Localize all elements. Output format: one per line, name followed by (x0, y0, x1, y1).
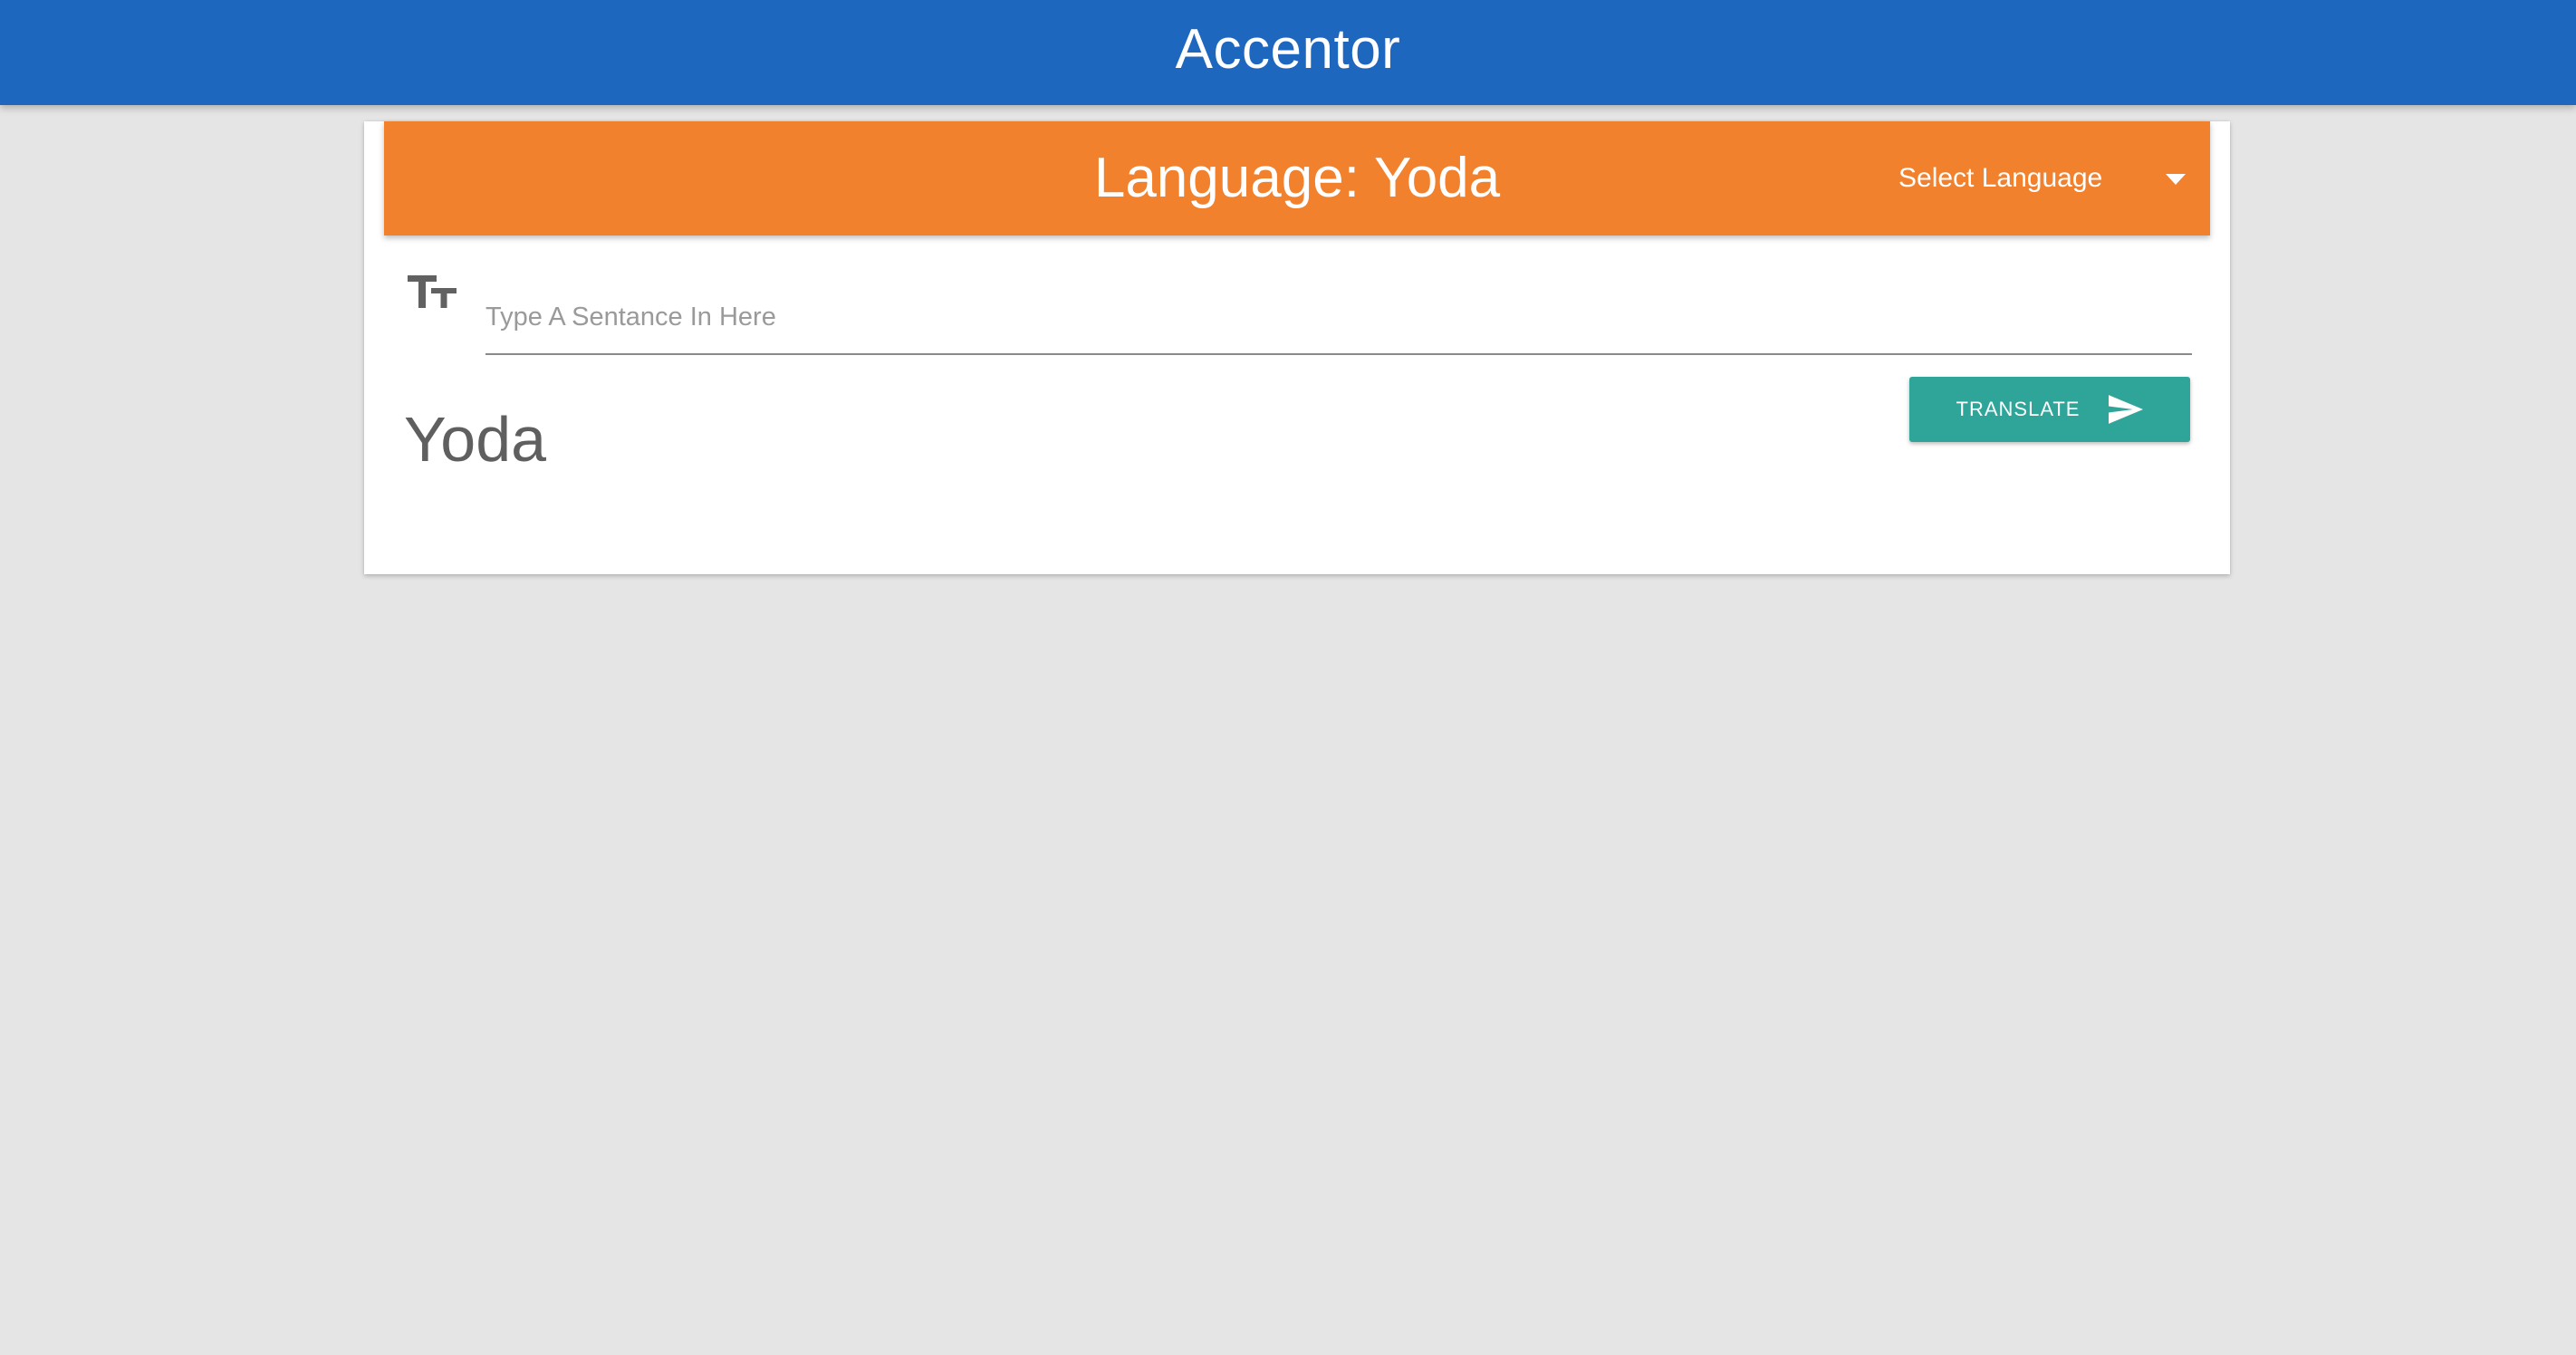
translate-button[interactable]: TRANSLATE (1909, 377, 2190, 442)
language-select-dropdown[interactable]: Select Language (1897, 149, 2196, 208)
language-select-label: Select Language (1898, 163, 2103, 193)
text-size-icon (408, 275, 457, 308)
app-bar: Accentor (0, 0, 2576, 105)
language-header: Language: Yoda Select Language (384, 121, 2210, 235)
sentence-input[interactable] (485, 272, 2192, 355)
chevron-down-icon (2166, 174, 2186, 185)
app-title: Accentor (1175, 18, 1401, 81)
translator-card: Language: Yoda Select Language Yoda TRAN… (364, 121, 2230, 574)
sentence-field (485, 272, 2192, 357)
send-icon (2109, 395, 2144, 424)
translate-button-label: TRANSLATE (1956, 398, 2081, 420)
translated-output: Yoda (404, 404, 547, 475)
